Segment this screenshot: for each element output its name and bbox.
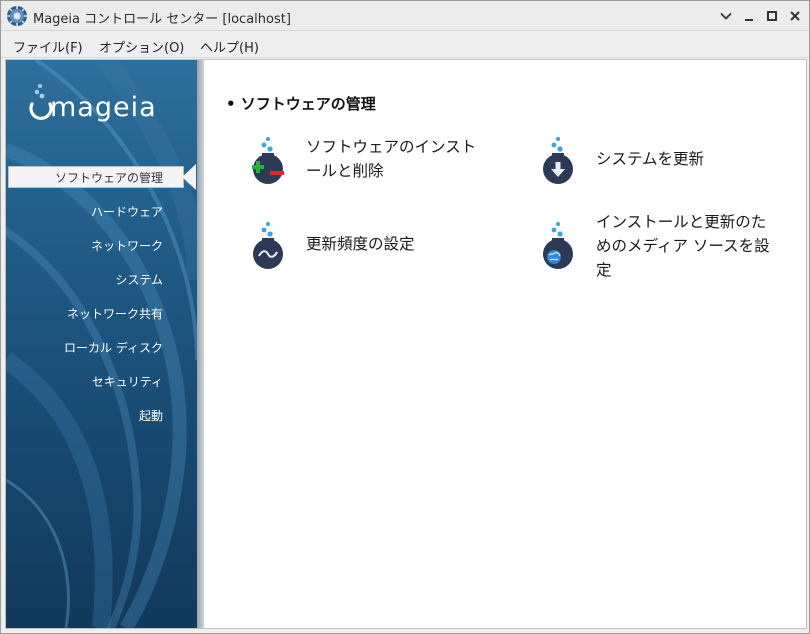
tool-media-sources-label-3: 定: [596, 261, 612, 279]
sidebar-item-system[interactable]: システム: [115, 271, 163, 288]
tool-update-frequency-label: 更新頻度の設定: [306, 235, 415, 253]
minimize-button[interactable]: [740, 7, 758, 25]
sidebar-item-hardware[interactable]: ハードウェア: [91, 203, 163, 220]
logo-wordmark: mageia: [50, 92, 157, 123]
minimize-icon: [745, 19, 753, 21]
sidebar-item-boot[interactable]: 起動: [139, 407, 163, 424]
window-menu-button[interactable]: [717, 7, 735, 25]
mageia-app-icon: [7, 6, 27, 26]
menu-file[interactable]: ファイル(F): [13, 37, 83, 56]
menu-help[interactable]: ヘルプ(H): [200, 37, 259, 56]
tool-media-sources-label-2: めのメディア ソースを設: [596, 237, 770, 255]
tool-install-remove-label-1: ソフトウェアのインスト: [306, 138, 477, 156]
title-bar[interactable]: Mageia コントロール センター [localhost]: [1, 1, 809, 31]
tool-media-sources[interactable]: インストールと更新のた めのメディア ソースを設 定: [534, 210, 794, 290]
sidebar-item-local-disks[interactable]: ローカル ディスク: [64, 339, 163, 356]
tool-install-remove[interactable]: ソフトウェアのインスト ールと削除: [244, 135, 504, 195]
main-panel: • ソフトウェアの管理 ソフトウェアのインスト ールと削除 システムを更新 更新…: [204, 60, 806, 628]
sidebar-item-network-sharing[interactable]: ネットワーク共有: [67, 305, 163, 322]
sidebar-item-network[interactable]: ネットワーク: [91, 237, 163, 254]
window-title: Mageia コントロール センター [localhost]: [33, 12, 291, 27]
maximize-icon: [767, 11, 777, 21]
active-category-pointer: [182, 164, 196, 190]
app-window: Mageia コントロール センター [localhost] ファイル(F) オ…: [0, 0, 810, 634]
tool-update-system[interactable]: システムを更新: [534, 135, 794, 195]
section-title: • ソフトウェアの管理: [226, 95, 376, 113]
sidebar-item-software[interactable]: ソフトウェアの管理: [55, 169, 163, 186]
sidebar-divider: [197, 60, 204, 628]
menu-bar: ファイル(F) オプション(O) ヘルプ(H): [1, 31, 809, 58]
close-button[interactable]: [786, 7, 804, 25]
maximize-button[interactable]: [763, 7, 781, 25]
install-remove-icon: [252, 137, 284, 184]
update-frequency-icon: [253, 222, 283, 269]
category-sidebar: mageia ソフトウェアの管理 ハードウェア ネットワーク システム ネットワ…: [6, 60, 197, 628]
chevron-down-icon: [720, 12, 732, 20]
tool-update-system-label: システムを更新: [596, 150, 705, 168]
tool-install-remove-label-2: ールと削除: [306, 162, 384, 180]
content-frame: mageia ソフトウェアの管理 ハードウェア ネットワーク システム ネットワ…: [5, 59, 807, 629]
update-system-icon: [543, 137, 573, 184]
media-sources-icon: [543, 222, 573, 269]
sidebar-item-security[interactable]: セキュリティ: [92, 373, 163, 390]
menu-options[interactable]: オプション(O): [99, 37, 184, 56]
tool-media-sources-label-1: インストールと更新のた: [596, 213, 767, 231]
tool-update-frequency[interactable]: 更新頻度の設定: [244, 220, 504, 280]
close-icon: [790, 11, 800, 21]
